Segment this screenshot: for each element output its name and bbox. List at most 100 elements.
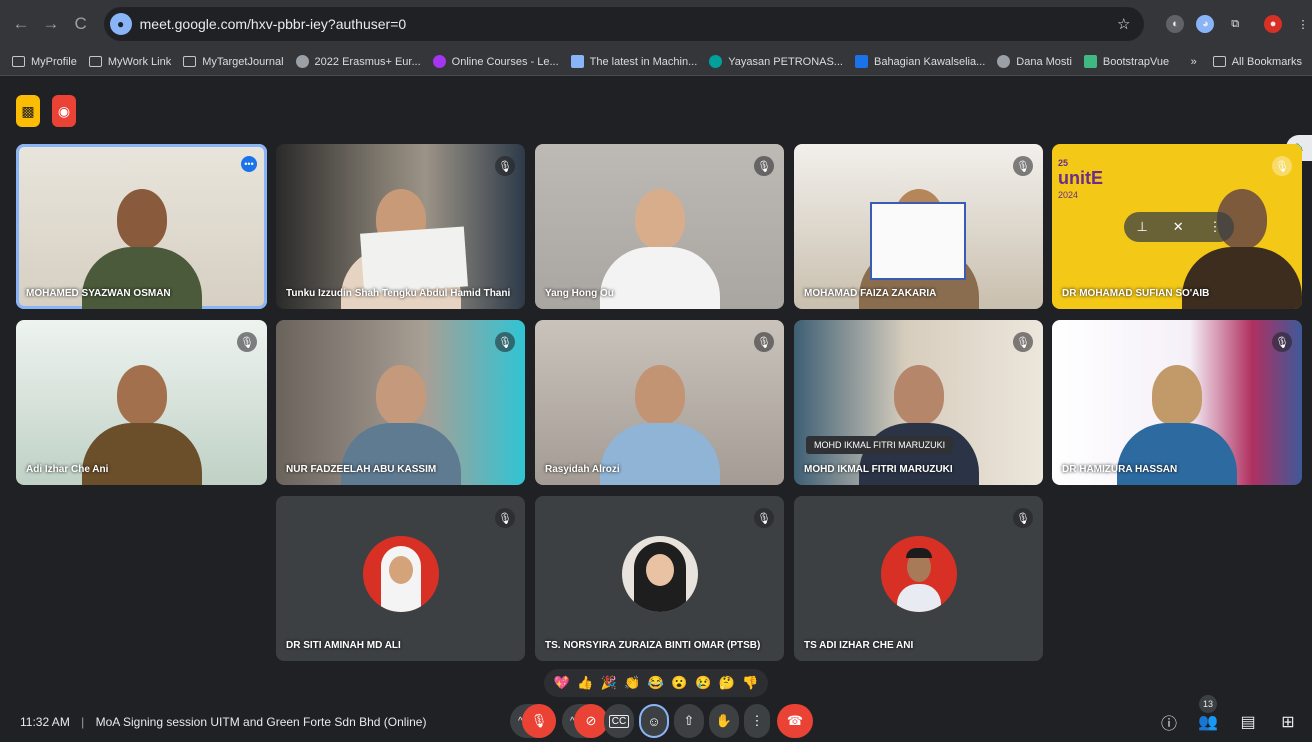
chat-icon[interactable]: ▤ [1237, 711, 1259, 733]
bookmark-item[interactable]: MyWork Link [88, 56, 171, 68]
meeting-details: 11:32 AM | MoA Signing session UITM and … [20, 715, 426, 729]
participant-video [72, 159, 212, 309]
mic-off-icon: 🎙 [1013, 508, 1033, 528]
browser-menu-icon[interactable]: ⋮ [1294, 15, 1312, 33]
participant-name: MOHAMED SYAZWAN OSMAN [26, 288, 171, 299]
participant-video [590, 335, 730, 485]
site-info-icon[interactable]: ● [109, 13, 132, 35]
clock-time: 11:32 AM [20, 715, 70, 729]
participant-name: Adi Izhar Che Ani [26, 464, 109, 475]
participant-tile[interactable]: 🎙 TS ADI IZHAR CHE ANI [794, 496, 1043, 661]
reaction-thumbs-up[interactable]: 👍 [577, 675, 593, 691]
people-icon: 👥 [1198, 714, 1218, 731]
participant-avatar [621, 536, 698, 612]
participant-tile[interactable]: 🎙 Tunku Izzudin Shah Tengku Abdul Hamid … [276, 144, 525, 309]
mic-off-icon: 🎙 [1013, 156, 1033, 176]
participant-tile[interactable]: 🎙 TS. NORSYIRA ZURAIZA BINTI OMAR (PTSB) [535, 496, 784, 661]
activities-icon[interactable]: ⊞ [1277, 711, 1299, 733]
participant-video [72, 335, 212, 485]
reaction-sad[interactable]: 😢 [695, 675, 711, 691]
tile-hover-controls[interactable]: ⊥ ✕ ⋮ [1124, 212, 1234, 242]
camera-off-icon[interactable]: ⊘ [574, 704, 608, 738]
event-banner-title: unitE [1058, 168, 1103, 188]
extensions-puzzle-icon[interactable]: ⧉ [1226, 15, 1244, 33]
bookmark-item[interactable]: 2022 Erasmus+ Eur... [295, 55, 421, 68]
present-button[interactable]: ⇧ [674, 704, 704, 738]
bookmark-item[interactable]: Dana Mosti [997, 55, 1072, 68]
participant-tile[interactable]: MOHD IKMAL FITRI MARUZUKI 🎙 MOHD IKMAL F… [794, 320, 1043, 485]
present-icon: ⇧ [683, 713, 695, 728]
all-bookmarks-button[interactable]: All Bookmarks [1232, 56, 1302, 68]
bookmark-item[interactable]: MyTargetJournal [183, 56, 284, 68]
participant-tile[interactable]: 🎙 Yang Hong Ou [535, 144, 784, 309]
reaction-surprised[interactable]: 😮 [671, 675, 687, 691]
back-button[interactable]: ← [8, 11, 34, 37]
participant-tile[interactable]: 🎙 DR HAMIZURA HASSAN [1052, 320, 1302, 485]
tile-more-icon[interactable]: ⋮ [1209, 219, 1222, 235]
participant-count-badge: 13 [1199, 695, 1217, 713]
participant-tile[interactable]: 🎙 MOHAMAD FAIZA ZAKARIA [794, 144, 1043, 309]
camera-toggle[interactable]: ^ ⊘ [562, 704, 608, 738]
captions-icon: CC [608, 714, 630, 728]
meeting-info-icon[interactable]: ⓘ [1158, 711, 1180, 733]
meeting-title: MoA Signing session UITM and Green Forte… [95, 715, 427, 729]
reaction-clap[interactable]: 👏 [624, 675, 640, 691]
url-text[interactable]: meet.google.com/hxv-pbbr-iey?authuser=0 [140, 16, 1117, 32]
raise-hand-button[interactable]: ✋ [709, 704, 739, 738]
more-options-button[interactable]: ⋮ [744, 704, 770, 738]
more-bookmarks-button[interactable]: » [1191, 56, 1197, 68]
udemy-icon [432, 55, 446, 68]
participant-name: MOHD IKMAL FITRI MARUZUKI [804, 464, 953, 475]
people-button[interactable]: 👥 13 [1197, 695, 1219, 733]
leave-call-button[interactable]: ☎ [777, 704, 813, 738]
reaction-thumbs-down[interactable]: 👎 [742, 675, 758, 691]
reaction-thinking[interactable]: 🤔 [719, 675, 735, 691]
folder-icon [12, 56, 25, 67]
host-controls-button[interactable]: ▩ [16, 95, 40, 127]
participant-video [331, 335, 471, 485]
address-bar[interactable]: ● meet.google.com/hxv-pbbr-iey?authuser=… [103, 7, 1145, 41]
profile-avatar[interactable]: ● [1264, 15, 1283, 33]
bookmark-item[interactable]: The latest in Machin... [570, 55, 697, 68]
petronas-icon [709, 55, 723, 68]
participant-tile[interactable]: ••• MOHAMED SYAZWAN OSMAN [16, 144, 267, 309]
mic-toggle[interactable]: ^ 🎙 [510, 704, 556, 738]
reaction-heart[interactable]: 💖 [554, 675, 570, 691]
captions-button[interactable]: CC [604, 704, 634, 738]
participant-tile[interactable]: 🎙 DR SITI AMINAH MD ALI [276, 496, 525, 661]
reload-button[interactable]: C [68, 11, 94, 37]
pin-icon[interactable]: ⊥ [1136, 219, 1147, 235]
mic-off-icon[interactable]: 🎙 [522, 704, 556, 738]
recording-indicator[interactable]: ◉ [52, 95, 76, 127]
bookmark-item[interactable]: Bahagian Kawalselia... [854, 55, 985, 68]
folder-icon [183, 56, 197, 67]
bookmark-item[interactable]: BootstrapVue [1083, 55, 1169, 68]
bookmark-item[interactable]: MyProfile [12, 56, 77, 68]
emoji-icon: ☺ [647, 713, 661, 729]
participant-name: Yang Hong Ou [545, 288, 614, 299]
bookmark-star-icon[interactable]: ☆ [1117, 15, 1130, 33]
participant-tile[interactable]: 🎙 Adi Izhar Che Ani [16, 320, 267, 485]
forward-button[interactable]: → [38, 11, 64, 37]
mic-off-icon: 🎙 [754, 156, 774, 176]
reaction-laugh[interactable]: 😂 [648, 675, 664, 691]
extension-icon[interactable]: ◐ [1166, 15, 1185, 33]
paperswithcode-icon [570, 55, 584, 68]
more-options-icon[interactable]: ••• [241, 156, 257, 172]
browser-toolbar: ← → C ● meet.google.com/hxv-pbbr-iey?aut… [0, 0, 1312, 48]
separator: | [81, 715, 85, 729]
participant-tile[interactable]: 🎙 NUR FADZEELAH ABU KASSIM [276, 320, 525, 485]
event-banner-year: 2024 [1058, 190, 1079, 200]
mic-off-icon: 🎙 [1272, 332, 1292, 352]
bookmark-item[interactable]: Online Courses - Le... [432, 55, 559, 68]
extension-icon-2[interactable]: ◕ [1196, 15, 1215, 33]
emoji-button[interactable]: ☺ [639, 704, 669, 738]
site-icon [854, 55, 868, 68]
participant-tile[interactable]: 25 unitE 2024 ⊥ ✕ ⋮ 🎙 DR MOHAMAD SUFIAN … [1052, 144, 1302, 309]
participant-name: DR MOHAMAD SUFIAN SO'AIB [1062, 288, 1210, 299]
reaction-party[interactable]: 🎉 [601, 675, 617, 691]
participant-tile[interactable]: 🎙 Rasyidah Alrozi [535, 320, 784, 485]
participant-avatar [880, 536, 957, 612]
mute-participant-icon[interactable]: ✕ [1173, 219, 1184, 235]
bookmark-item[interactable]: Yayasan PETRONAS... [709, 55, 843, 68]
